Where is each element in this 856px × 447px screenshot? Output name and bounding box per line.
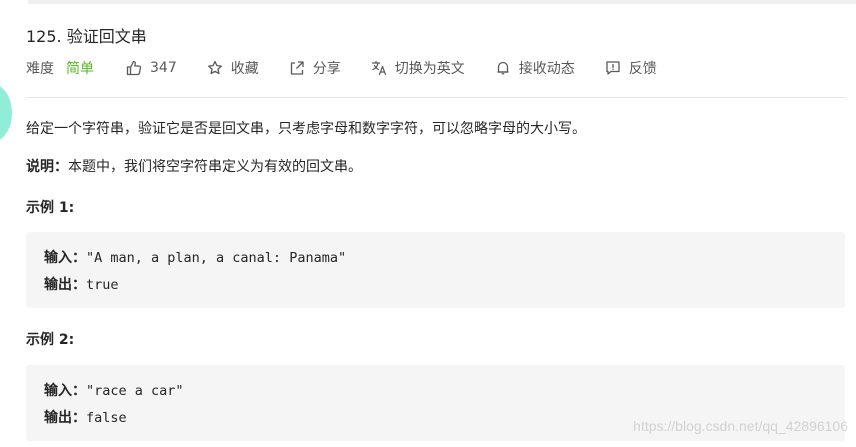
- example-1-title: 示例 1:: [26, 200, 75, 216]
- difficulty-label: 难度: [26, 61, 54, 77]
- translate-icon: [371, 60, 386, 76]
- example-1-input-line: 输入："A man, a plan, a canal: Panama": [44, 247, 346, 267]
- header-divider: [26, 97, 846, 98]
- notify-button[interactable]: 接收动态: [495, 58, 575, 78]
- problem-title: 125. 验证回文串: [26, 27, 147, 46]
- feedback-icon: [606, 61, 620, 75]
- problem-note: 说明：本题中，我们将空字符串定义为有效的回文串。: [26, 156, 362, 176]
- notify-label: 接收动态: [518, 61, 575, 77]
- example-1-code-block: 输入："A man, a plan, a canal: Panama" 输出：t…: [26, 232, 845, 308]
- switch-language-label: 切换为英文: [394, 61, 465, 77]
- like-button[interactable]: 347: [126, 60, 177, 76]
- problem-description: 给定一个字符串，验证它是否是回文串，只考虑字母和数字字符，可以忽略字母的大小写。: [26, 121, 586, 137]
- feedback-label: 反馈: [628, 61, 657, 77]
- note-text: 本题中，我们将空字符串定义为有效的回文串。: [68, 159, 362, 175]
- example-2-input-value: "race a car": [86, 383, 184, 399]
- share-label: 分享: [312, 61, 341, 77]
- example-1-input-value: "A man, a plan, a canal: Panama": [86, 250, 347, 266]
- share-icon: [290, 61, 304, 75]
- example-2-output-label: 输出：: [44, 410, 86, 426]
- favorite-button[interactable]: 收藏: [207, 58, 259, 78]
- top-strip: [28, 0, 856, 4]
- thumbs-up-icon: [126, 60, 142, 76]
- problem-page: 125. 验证回文串 难度 简单 347 收藏 分享 切换为英文 接收动态 反馈…: [0, 0, 856, 447]
- like-count: 347: [150, 60, 177, 76]
- watermark: https://blog.csdn.net/qq_42896106: [633, 418, 848, 434]
- example-2-title: 示例 2:: [26, 332, 75, 348]
- bell-icon: [497, 61, 509, 75]
- feedback-button[interactable]: 反馈: [605, 58, 657, 78]
- note-label: 说明：: [26, 159, 68, 175]
- left-accent-decoration: [0, 84, 12, 142]
- example-1-output-value: true: [86, 277, 119, 293]
- switch-language-button[interactable]: 切换为英文: [371, 58, 465, 78]
- example-1-input-label: 输入：: [44, 250, 86, 266]
- example-1-output-label: 输出：: [44, 277, 86, 293]
- share-button[interactable]: 分享: [289, 58, 341, 78]
- example-2-input-label: 输入：: [44, 383, 86, 399]
- example-2-input-line: 输入："race a car": [44, 380, 184, 400]
- problem-meta-bar: 难度 简单 347 收藏 分享 切换为英文 接收动态 反馈: [26, 58, 687, 78]
- example-2-output-line: 输出：false: [44, 407, 127, 427]
- star-icon: [207, 60, 222, 75]
- example-2-output-value: false: [86, 410, 127, 426]
- example-1-output-line: 输出：true: [44, 274, 119, 294]
- difficulty-value: 简单: [66, 61, 94, 77]
- favorite-label: 收藏: [230, 61, 259, 77]
